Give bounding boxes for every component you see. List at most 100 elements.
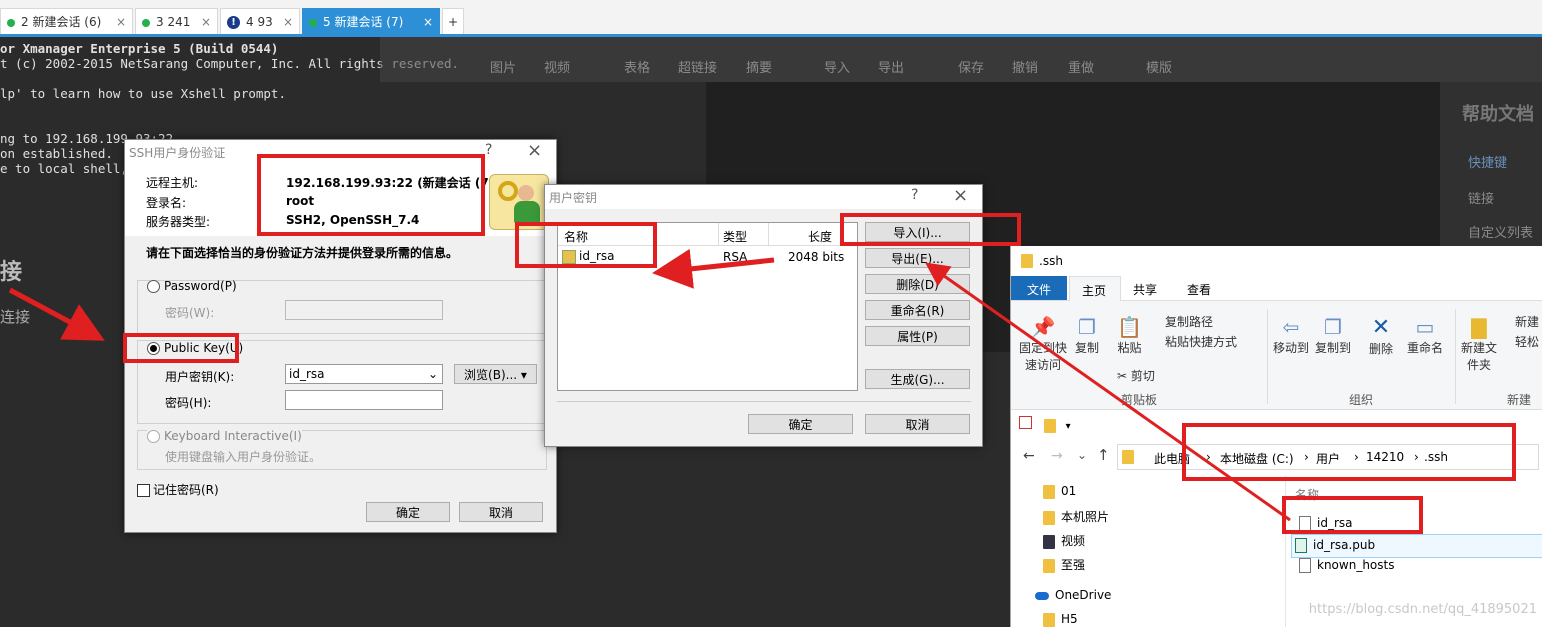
status-dot-icon	[7, 18, 15, 27]
ok-button[interactable]: 确定	[366, 502, 450, 522]
keyboard-radio[interactable]: Keyboard Interactive(I)	[147, 429, 302, 443]
ghost-toolbar-item: 保存	[958, 61, 985, 76]
close-tab-icon[interactable]: ×	[116, 9, 126, 35]
file-item[interactable]: id_rsa.pub	[1295, 538, 1375, 553]
ghost-text: 连接	[0, 308, 31, 326]
cut-button[interactable]: ✂ 剪切	[1117, 367, 1155, 384]
column-length[interactable]: 长度	[808, 228, 832, 245]
breadcrumb-item[interactable]: 本地磁盘 (C:)	[1220, 450, 1294, 467]
back-icon[interactable]: ←	[1023, 448, 1035, 464]
tab-file[interactable]: 文件	[1011, 276, 1067, 300]
cancel-button[interactable]: 取消	[865, 414, 970, 434]
nav-item[interactable]: 01	[1043, 484, 1076, 499]
key-list[interactable]: 名称 类型 长度 id_rsa RSA 2048 bits	[557, 222, 858, 391]
file-icon	[1299, 558, 1311, 573]
tab-view[interactable]: 查看	[1187, 281, 1211, 298]
publickey-radio[interactable]: Public Key(U)	[147, 341, 244, 355]
ssh-auth-dialog: SSH用户身份验证 ? × 远程主机: 192.168.199.93:22 (新…	[124, 139, 557, 533]
rename-button[interactable]: ▭ 重命名	[1407, 315, 1443, 356]
help-icon[interactable]: ?	[911, 187, 918, 203]
checkmark-icon[interactable]	[1019, 416, 1032, 429]
radio-selected-icon	[147, 342, 160, 355]
browse-button[interactable]: 浏览(B)... ▾	[454, 364, 537, 384]
nav-item[interactable]: 本机照片	[1043, 508, 1109, 525]
new-item-button[interactable]: 新建	[1515, 313, 1539, 330]
paste-button[interactable]: 📋 粘贴	[1117, 315, 1142, 356]
key-list-header: 名称 类型 长度	[558, 223, 857, 246]
tab-session-6[interactable]: 2 新建会话 (6) ×	[0, 8, 133, 34]
tab-93[interactable]: ! 4 93 ×	[220, 8, 300, 34]
folder-icon[interactable]	[1043, 418, 1056, 433]
folder-icon	[1122, 450, 1134, 464]
close-tab-icon[interactable]: ×	[201, 9, 211, 35]
user-key-select[interactable]: id_rsa ⌄	[285, 364, 443, 384]
delete-button[interactable]: ✕ 删除	[1369, 315, 1393, 357]
remember-checkbox[interactable]: 记住密码(R)	[137, 481, 219, 498]
new-folder-button[interactable]: ▇ 新建文件夹	[1461, 315, 1497, 373]
tab-home[interactable]: 主页	[1069, 276, 1121, 301]
password-field[interactable]	[285, 300, 443, 320]
dropdown-icon[interactable]: ▾	[1066, 421, 1071, 432]
nav-item[interactable]: 至强	[1043, 556, 1085, 573]
copy-path-button[interactable]: 复制路径	[1165, 313, 1213, 330]
remote-host-value: 192.168.199.93:22 (新建会话 (7))	[286, 176, 500, 190]
copy-to-button[interactable]: ❐ 复制到	[1315, 315, 1351, 356]
breadcrumb-item[interactable]: 14210	[1366, 450, 1404, 464]
close-icon[interactable]: ×	[953, 185, 968, 206]
add-tab-button[interactable]: +	[442, 8, 464, 34]
help-icon[interactable]: ?	[485, 142, 492, 158]
copy-button[interactable]: ❐ 复制	[1075, 315, 1099, 356]
import-button[interactable]: 导入(I)...	[865, 222, 970, 242]
rename-button[interactable]: 重命名(R)	[865, 300, 970, 320]
file-explorer-window: .ssh 文件 主页 共享 查看 📌 固定到快速访问 ❐ 复制 📋 粘贴 复制路径 粘…	[1010, 246, 1542, 627]
breadcrumb-item[interactable]: .ssh	[1424, 450, 1448, 464]
nav-item[interactable]: 视频	[1043, 532, 1085, 549]
password-radio[interactable]: Password(P)	[147, 279, 237, 293]
warning-icon: !	[227, 16, 240, 29]
breadcrumb[interactable]: 此电脑 › 本地磁盘 (C:) › 用户 › 14210 › .ssh	[1117, 444, 1539, 470]
tab-bar: 2 新建会话 (6) × 3 241 × ! 4 93 × 5 新建会话 (7) × +	[0, 0, 1542, 36]
nav-item-onedrive[interactable]: OneDrive	[1035, 588, 1111, 602]
table-row[interactable]: id_rsa RSA 2048 bits	[558, 247, 857, 265]
breadcrumb-item[interactable]: 此电脑	[1154, 450, 1190, 467]
tab-session-7[interactable]: 5 新建会话 (7) ×	[302, 8, 440, 34]
breadcrumb-sep-icon: ›	[1304, 450, 1309, 464]
breadcrumb-item[interactable]: 用户	[1316, 450, 1340, 467]
close-icon[interactable]: ×	[527, 140, 542, 161]
file-item[interactable]: id_rsa	[1299, 516, 1353, 531]
terminal-line: e to local shell,	[0, 161, 128, 176]
column-type[interactable]: 类型	[723, 228, 747, 245]
dialog-title: SSH用户身份验证	[129, 146, 226, 160]
tab-share[interactable]: 共享	[1133, 281, 1157, 298]
nav-item[interactable]: H5	[1043, 612, 1078, 627]
ribbon-group-new: 新建	[1507, 393, 1532, 407]
passphrase-field[interactable]	[285, 390, 443, 410]
column-name[interactable]: 名称	[564, 228, 588, 245]
properties-button[interactable]: 属性(P)	[865, 326, 970, 346]
ghost-toolbar-item: 摘要	[746, 61, 773, 76]
close-tab-icon[interactable]: ×	[283, 9, 293, 35]
server-type-value: SSH2, OpenSSH_7.4	[286, 213, 420, 227]
delete-button[interactable]: 删除(D)	[865, 274, 970, 294]
close-tab-icon[interactable]: ×	[423, 9, 433, 35]
cancel-button[interactable]: 取消	[459, 502, 543, 522]
up-icon[interactable]: ↑	[1097, 446, 1110, 464]
file-item[interactable]: known_hosts	[1299, 558, 1394, 573]
pin-quick-access-button[interactable]: 📌 固定到快速访问	[1015, 315, 1071, 373]
radio-icon	[147, 280, 160, 293]
quick-access-toolbar: ▾	[1019, 416, 1071, 433]
move-to-button[interactable]: ⇦ 移动到	[1273, 315, 1309, 356]
ok-button[interactable]: 确定	[748, 414, 853, 434]
login-label: 登录名:	[146, 196, 187, 210]
recent-dropdown-icon[interactable]: ⌄	[1077, 448, 1087, 462]
paste-shortcut-button[interactable]: 粘贴快捷方式	[1165, 333, 1237, 350]
terminal-line: lp' to learn how to use Xshell prompt.	[0, 86, 286, 101]
column-header-name[interactable]: 名称	[1295, 486, 1319, 503]
navigation-pane: 01 本机照片 视频 至强 OneDrive H5	[1011, 476, 1279, 627]
export-button[interactable]: 导出(E)...	[865, 248, 970, 268]
key-file-icon	[562, 249, 576, 264]
forward-icon[interactable]: →	[1051, 448, 1063, 464]
generate-button[interactable]: 生成(G)...	[865, 369, 970, 389]
easy-access-button[interactable]: 轻松	[1515, 333, 1539, 350]
tab-241[interactable]: 3 241 ×	[135, 8, 218, 34]
